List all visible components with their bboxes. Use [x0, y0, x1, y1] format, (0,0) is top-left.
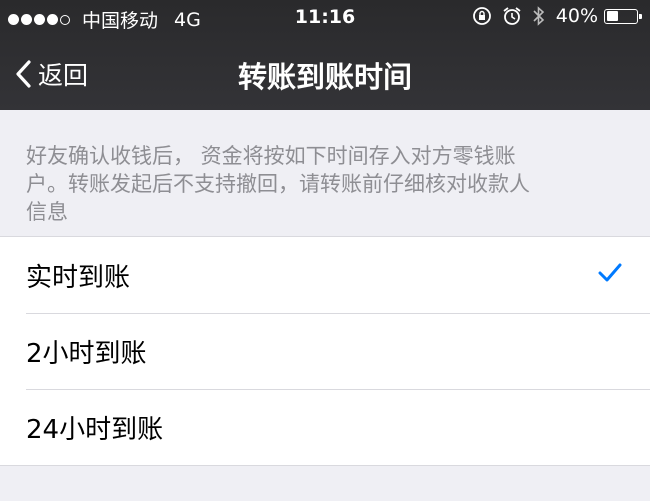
option-label: 实时到账: [26, 262, 131, 293]
bluetooth-icon: [533, 6, 544, 26]
transfer-notice: 好友确认收钱后， 资金将按如下时间存入对方零钱账 户。转账发起后不支持撤回，请转…: [26, 142, 626, 226]
option-label: 2小时到账: [26, 338, 147, 369]
option-24-hours[interactable]: 24小时到账: [0, 389, 650, 465]
rotation-lock-icon: [472, 7, 491, 25]
navigation-bar: 返回 转账到账时间: [0, 36, 650, 110]
status-bar: 中国移动 4G 11:16 40%: [0, 0, 650, 36]
battery-icon: [604, 8, 642, 24]
notice-line: 好友确认收钱后， 资金将按如下时间存入对方零钱账: [26, 144, 516, 168]
alarm-clock-icon: [503, 7, 521, 25]
option-realtime[interactable]: 实时到账: [0, 237, 650, 313]
notice-line: 户。转账发起后不支持撤回，请转账前仔细核对收款人: [26, 172, 530, 196]
option-2-hours[interactable]: 2小时到账: [0, 313, 650, 389]
option-label: 24小时到账: [26, 414, 164, 445]
arrival-time-options: 实时到账 2小时到账 24小时到账: [0, 236, 650, 466]
header: 中国移动 4G 11:16 40% 返回 转账到账时间: [0, 0, 650, 110]
checkmark-icon: [598, 263, 622, 282]
page-title: 转账到账时间: [237, 60, 412, 94]
battery-percentage: 40%: [555, 5, 598, 27]
notice-line: 信息: [26, 200, 68, 224]
